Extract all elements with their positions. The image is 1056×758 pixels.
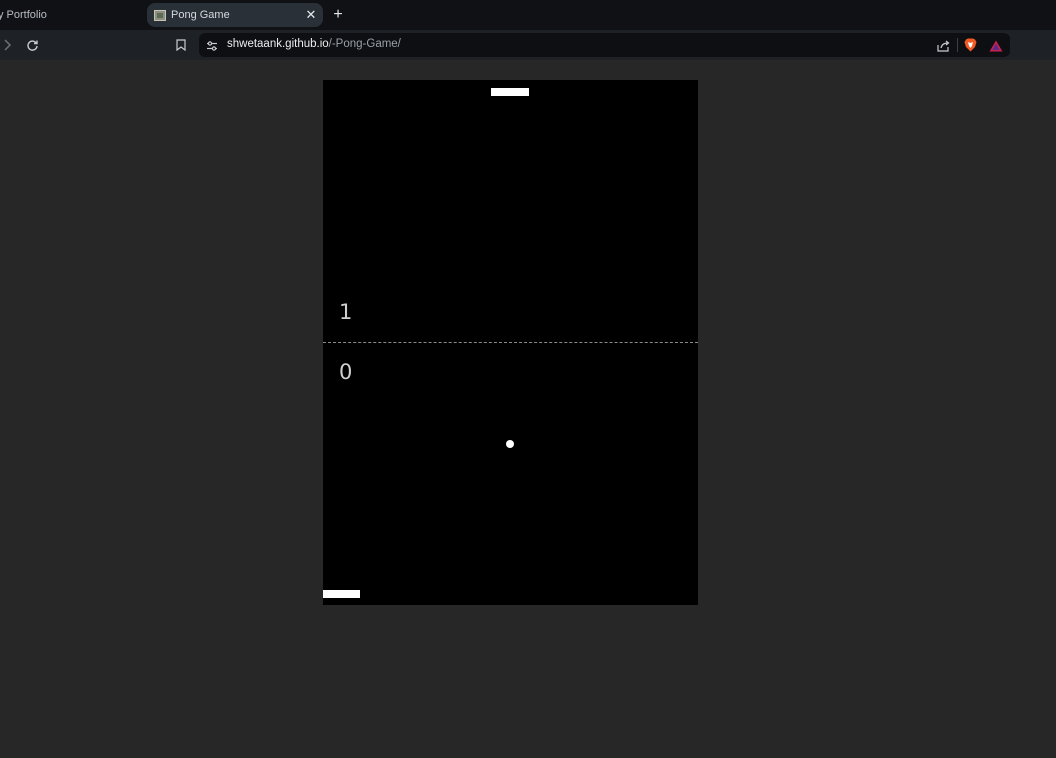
tab-strip: y Portfolio Pong Game ✕ +: [0, 0, 1056, 30]
favicon-icon: [154, 9, 166, 21]
ball: [506, 440, 514, 448]
reload-icon[interactable]: [23, 36, 41, 54]
brave-shields-icon[interactable]: [964, 38, 977, 52]
url-host: shwetaank.github.io: [227, 38, 329, 50]
top-paddle: [491, 88, 529, 96]
divider: [957, 38, 958, 52]
bookmark-icon[interactable]: [176, 38, 186, 52]
game-canvas[interactable]: 1 0: [323, 80, 698, 605]
url-text[interactable]: shwetaank.github.io/-Pong-Game/: [227, 38, 401, 50]
address-bar[interactable]: shwetaank.github.io/-Pong-Game/: [199, 33, 1010, 57]
close-icon[interactable]: ✕: [301, 5, 321, 25]
tab-title: y Portfolio: [0, 9, 47, 21]
tab-pong-game[interactable]: Pong Game ✕: [147, 3, 323, 27]
url-path: /-Pong-Game/: [328, 38, 401, 50]
share-icon[interactable]: [937, 39, 950, 52]
center-line: [323, 342, 698, 343]
bottom-paddle[interactable]: [323, 590, 360, 598]
tab-portfolio[interactable]: y Portfolio: [0, 3, 140, 27]
site-settings-icon[interactable]: [206, 39, 218, 51]
forward-icon[interactable]: [0, 36, 16, 54]
new-tab-button[interactable]: +: [328, 5, 348, 25]
brave-rewards-icon[interactable]: [989, 39, 1003, 52]
bottom-player-score: 0: [339, 360, 353, 384]
top-player-score: 1: [339, 300, 353, 324]
tab-title: Pong Game: [171, 9, 230, 21]
